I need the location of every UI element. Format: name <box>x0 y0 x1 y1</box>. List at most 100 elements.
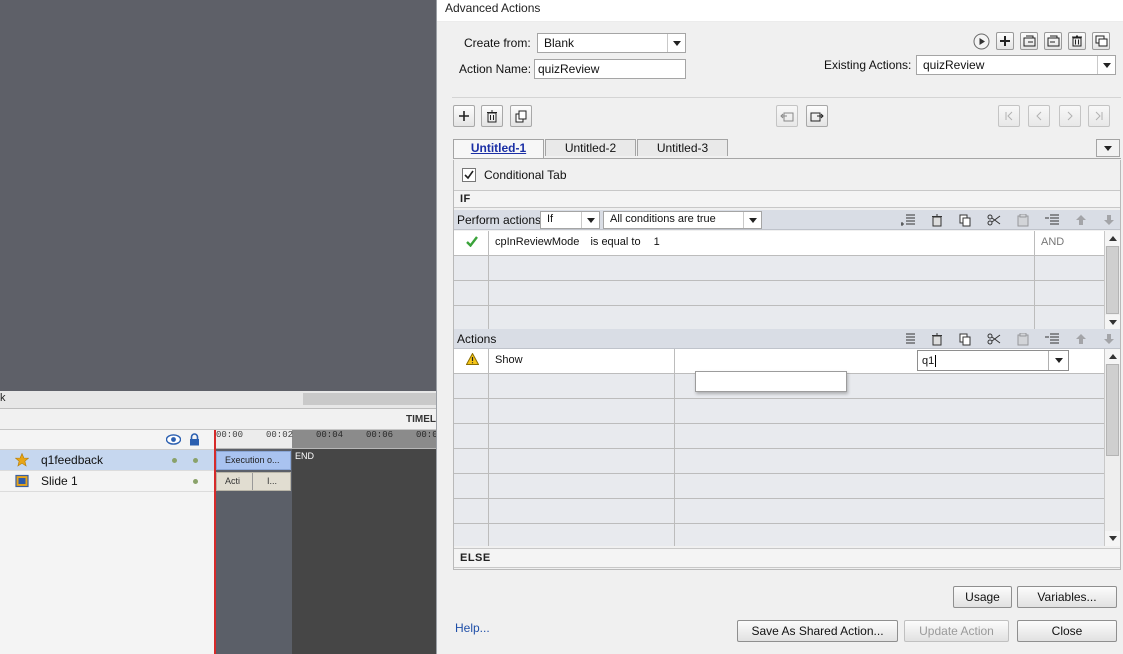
prev-tab-button[interactable] <box>1028 105 1050 127</box>
conditions-mode-select[interactable]: All conditions are true <box>603 211 762 229</box>
insert-row-icon[interactable] <box>900 212 916 228</box>
duplicate-tab-button[interactable] <box>510 105 532 127</box>
layer-row-slide-1[interactable]: Slide 1 <box>0 471 214 492</box>
first-tab-button[interactable] <box>998 105 1020 127</box>
trash-icon[interactable] <box>929 331 945 347</box>
move-down-icon[interactable] <box>1101 212 1117 228</box>
eye-icon[interactable] <box>166 434 181 445</box>
action-command-cell[interactable]: Show <box>489 349 675 373</box>
scroll-thumb[interactable] <box>1106 364 1119 456</box>
condition-expression-cell[interactable]: cpInReviewMode is equal to 1 <box>489 231 1035 255</box>
insert-below-icon[interactable] <box>1044 212 1060 228</box>
text-caret <box>935 355 937 367</box>
lock-dot[interactable] <box>193 479 198 484</box>
action-target-cell[interactable]: q1 <box>675 349 1106 373</box>
actions-scrollbar[interactable] <box>1104 349 1120 546</box>
insert-row-icon[interactable] <box>900 331 916 347</box>
condition-row[interactable] <box>454 256 1106 281</box>
scroll-down-icon[interactable] <box>1105 531 1120 546</box>
move-up-icon[interactable] <box>1073 212 1089 228</box>
horizontal-scrollbar[interactable] <box>303 393 436 405</box>
paste-icon[interactable] <box>1015 212 1031 228</box>
condition-operator[interactable]: is equal to <box>590 236 640 248</box>
else-section-header[interactable]: ELSE <box>454 548 1120 568</box>
variables-button[interactable]: Variables... <box>1017 586 1117 608</box>
empty-cell <box>454 524 489 546</box>
move-tab-right-button[interactable] <box>806 105 828 127</box>
conditional-tab-checkbox[interactable] <box>462 168 476 182</box>
lock-dot[interactable] <box>193 458 198 463</box>
scroll-thumb[interactable] <box>1106 246 1119 314</box>
tab-untitled-3[interactable]: Untitled-3 <box>637 139 728 156</box>
target-object-input[interactable]: q1 <box>922 355 934 367</box>
timeline-clip-slide[interactable]: Acti I... <box>216 472 291 491</box>
export-action-button[interactable] <box>1044 32 1062 50</box>
action-name-field[interactable]: quizReview <box>534 59 686 79</box>
timeline-ruler[interactable]: 00:00 00:02 00:04 00:06 00:0 <box>214 430 436 449</box>
empty-cell <box>675 499 1106 523</box>
empty-cell <box>454 499 489 523</box>
timeline-clip-q1feedback[interactable]: Execution o... <box>216 451 291 470</box>
empty-cell <box>454 281 489 305</box>
new-action-button[interactable] <box>996 32 1014 50</box>
action-row[interactable] <box>454 499 1106 524</box>
action-row[interactable] <box>454 399 1106 424</box>
copy-icon[interactable] <box>957 331 973 347</box>
action-row[interactable] <box>454 524 1106 546</box>
tab-list-menu[interactable] <box>1096 139 1120 157</box>
perform-actions-select[interactable]: If <box>540 211 600 229</box>
insert-below-icon[interactable] <box>1044 331 1060 347</box>
target-object-combo[interactable]: q1 <box>917 350 1069 371</box>
update-action-button[interactable]: Update Action <box>904 620 1009 642</box>
target-object-dropdown[interactable] <box>695 371 847 392</box>
cut-icon[interactable] <box>986 212 1002 228</box>
create-from-select[interactable]: Blank <box>537 33 686 53</box>
empty-cell <box>454 374 489 398</box>
usage-button[interactable]: Usage <box>953 586 1012 608</box>
conditions-scrollbar[interactable] <box>1104 231 1120 330</box>
delete-tab-button[interactable] <box>481 105 503 127</box>
chevron-down-icon[interactable] <box>1048 351 1068 370</box>
condition-row[interactable]: cpInReviewMode is equal to 1 AND <box>454 231 1106 256</box>
tab-untitled-2[interactable]: Untitled-2 <box>545 139 636 156</box>
delete-action-button[interactable] <box>1068 32 1086 50</box>
scroll-up-icon[interactable] <box>1105 231 1120 246</box>
copy-icon[interactable] <box>957 212 973 228</box>
paste-icon[interactable] <box>1015 331 1031 347</box>
condition-row[interactable] <box>454 281 1106 306</box>
action-row[interactable] <box>454 424 1106 449</box>
empty-cell <box>489 524 675 546</box>
empty-cell <box>1035 281 1106 305</box>
condition-value[interactable]: 1 <box>654 236 660 248</box>
playhead[interactable] <box>214 430 216 654</box>
move-up-icon[interactable] <box>1073 331 1089 347</box>
close-button[interactable]: Close <box>1017 620 1117 642</box>
perform-actions-label: Perform actions: <box>457 213 545 227</box>
scroll-up-icon[interactable] <box>1105 349 1120 364</box>
preview-play-icon[interactable] <box>973 33 990 50</box>
save-shared-action-button[interactable]: Save As Shared Action... <box>737 620 898 642</box>
move-down-icon[interactable] <box>1101 331 1117 347</box>
add-tab-button[interactable] <box>453 105 475 127</box>
layer-row-q1feedback[interactable]: q1feedback <box>0 450 214 471</box>
action-row[interactable] <box>454 474 1106 499</box>
ruler-tick: 00:0 <box>416 430 436 440</box>
import-action-button[interactable] <box>1020 32 1038 50</box>
existing-actions-select[interactable]: quizReview <box>916 55 1116 75</box>
visibility-dot[interactable] <box>172 458 177 463</box>
move-tab-left-button[interactable] <box>776 105 798 127</box>
lock-icon[interactable] <box>189 433 200 446</box>
condition-joiner-cell[interactable]: AND <box>1035 231 1106 255</box>
tab-untitled-1[interactable]: Untitled-1 <box>453 139 544 158</box>
condition-variable[interactable]: cpInReviewMode <box>495 236 579 248</box>
scroll-down-icon[interactable] <box>1105 315 1120 330</box>
cut-icon[interactable] <box>986 331 1002 347</box>
last-tab-button[interactable] <box>1088 105 1110 127</box>
help-link[interactable]: Help... <box>455 621 490 635</box>
dialog-title[interactable]: Advanced Actions <box>437 0 1123 22</box>
trash-icon[interactable] <box>929 212 945 228</box>
condition-row[interactable] <box>454 306 1106 330</box>
next-tab-button[interactable] <box>1059 105 1081 127</box>
duplicate-action-button[interactable] <box>1092 32 1110 50</box>
action-row[interactable] <box>454 449 1106 474</box>
